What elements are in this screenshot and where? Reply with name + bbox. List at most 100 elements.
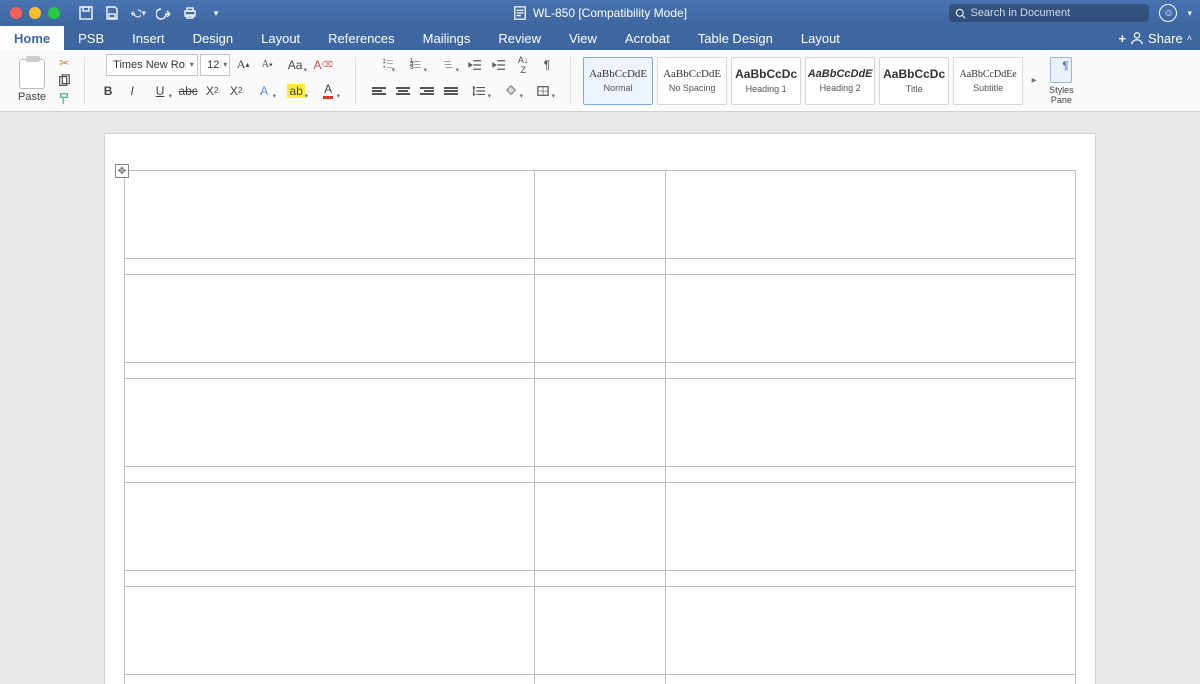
table-move-handle[interactable]: ✥	[115, 164, 129, 178]
style-normal[interactable]: AaBbCcDdENormal	[583, 57, 653, 105]
redo-icon[interactable]	[156, 5, 172, 21]
save-icon[interactable]	[104, 5, 120, 21]
tab-layout[interactable]: Layout	[247, 26, 314, 50]
multilevel-list-button[interactable]: — — —	[432, 54, 462, 76]
font-color-button[interactable]: A	[313, 80, 343, 102]
table-cell[interactable]	[125, 171, 535, 259]
show-marks-button[interactable]: ¶	[536, 54, 558, 76]
table-cell[interactable]	[125, 587, 535, 675]
line-spacing-button[interactable]	[464, 80, 494, 102]
tab-view[interactable]: View	[555, 26, 611, 50]
table-cell[interactable]	[666, 587, 1076, 675]
table-row[interactable]	[125, 587, 1076, 675]
feedback-dropdown-icon[interactable]: ▾	[1187, 8, 1192, 19]
strikethrough-button[interactable]: abc	[177, 80, 199, 102]
table-cell[interactable]	[666, 467, 1076, 483]
superscript-button[interactable]: X2	[225, 80, 247, 102]
table-cell[interactable]	[125, 379, 535, 467]
bold-button[interactable]: B	[97, 80, 119, 102]
table-row[interactable]	[125, 259, 1076, 275]
tab-references[interactable]: References	[314, 26, 408, 50]
highlight-button[interactable]: ab	[281, 80, 311, 102]
table-cell[interactable]	[666, 483, 1076, 571]
collapse-ribbon-icon[interactable]: ˄	[1187, 33, 1192, 43]
tab-layout[interactable]: Layout	[787, 26, 854, 50]
grow-font-button[interactable]: A▴	[232, 54, 254, 76]
tab-design[interactable]: Design	[179, 26, 247, 50]
styles-pane-button[interactable]: Styles Pane	[1045, 57, 1078, 105]
copy-button[interactable]	[56, 74, 72, 88]
increase-indent-button[interactable]	[488, 54, 510, 76]
table-cell[interactable]	[534, 587, 666, 675]
table-cell[interactable]	[534, 571, 666, 587]
table-cell[interactable]	[534, 171, 666, 259]
table-cell[interactable]	[534, 363, 666, 379]
autosave-icon[interactable]	[78, 5, 94, 21]
table-row[interactable]	[125, 571, 1076, 587]
document-table[interactable]	[124, 170, 1076, 684]
table-cell[interactable]	[666, 259, 1076, 275]
table-row[interactable]	[125, 363, 1076, 379]
shrink-font-button[interactable]: A▾	[256, 54, 278, 76]
table-cell[interactable]	[125, 259, 535, 275]
shading-button[interactable]	[496, 80, 526, 102]
table-cell[interactable]	[534, 379, 666, 467]
tab-insert[interactable]: Insert	[118, 26, 179, 50]
table-row[interactable]	[125, 275, 1076, 363]
table-cell[interactable]	[125, 275, 535, 363]
bullets-button[interactable]	[368, 54, 398, 76]
table-cell[interactable]	[534, 483, 666, 571]
style-title[interactable]: AaBbCcDcTitle	[879, 57, 949, 105]
underline-button[interactable]: U	[145, 80, 175, 102]
cut-button[interactable]: ✂	[56, 56, 72, 70]
table-cell[interactable]	[534, 275, 666, 363]
table-row[interactable]	[125, 171, 1076, 259]
style-no-spacing[interactable]: AaBbCcDdENo Spacing	[657, 57, 727, 105]
change-case-button[interactable]: Aa	[280, 54, 310, 76]
subscript-button[interactable]: X2	[201, 80, 223, 102]
table-cell[interactable]	[534, 259, 666, 275]
zoom-window-button[interactable]	[48, 7, 60, 19]
table-cell[interactable]	[666, 275, 1076, 363]
table-row[interactable]	[125, 675, 1076, 684]
table-cell[interactable]	[666, 363, 1076, 379]
share-button[interactable]: + Share ˄	[1118, 26, 1200, 50]
search-input[interactable]: Search in Document	[949, 4, 1149, 22]
tab-psb[interactable]: PSB	[64, 26, 118, 50]
tab-table-design[interactable]: Table Design	[684, 26, 787, 50]
table-cell[interactable]	[666, 171, 1076, 259]
format-painter-button[interactable]	[56, 92, 72, 106]
style-heading-1[interactable]: AaBbCcDcHeading 1	[731, 57, 801, 105]
tab-mailings[interactable]: Mailings	[409, 26, 485, 50]
align-left-button[interactable]	[368, 80, 390, 102]
style-heading-2[interactable]: AaBbCcDdEHeading 2	[805, 57, 875, 105]
close-window-button[interactable]	[10, 7, 22, 19]
table-cell[interactable]	[534, 675, 666, 684]
feedback-icon[interactable]: ☺	[1159, 4, 1177, 22]
qat-customize-icon[interactable]: ▾	[208, 5, 224, 21]
tab-review[interactable]: Review	[484, 26, 555, 50]
font-size-combo[interactable]: 12▾	[200, 54, 230, 76]
table-cell[interactable]	[125, 363, 535, 379]
text-effects-button[interactable]: A	[249, 80, 279, 102]
minimize-window-button[interactable]	[29, 7, 41, 19]
tab-home[interactable]: Home	[0, 26, 64, 50]
table-cell[interactable]	[125, 483, 535, 571]
align-center-button[interactable]	[392, 80, 414, 102]
table-cell[interactable]	[534, 467, 666, 483]
table-cell[interactable]	[125, 571, 535, 587]
table-cell[interactable]	[666, 571, 1076, 587]
numbering-button[interactable]: 1—2—3—	[400, 54, 430, 76]
table-row[interactable]	[125, 483, 1076, 571]
table-cell[interactable]	[125, 675, 535, 684]
table-cell[interactable]	[125, 467, 535, 483]
sort-button[interactable]: A↓Z	[512, 54, 534, 76]
print-icon[interactable]	[182, 5, 198, 21]
tab-acrobat[interactable]: Acrobat	[611, 26, 684, 50]
justify-button[interactable]	[440, 80, 462, 102]
table-row[interactable]	[125, 379, 1076, 467]
align-right-button[interactable]	[416, 80, 438, 102]
borders-button[interactable]	[528, 80, 558, 102]
paste-button[interactable]: Paste	[12, 59, 52, 103]
undo-icon[interactable]: ▾	[130, 5, 146, 21]
